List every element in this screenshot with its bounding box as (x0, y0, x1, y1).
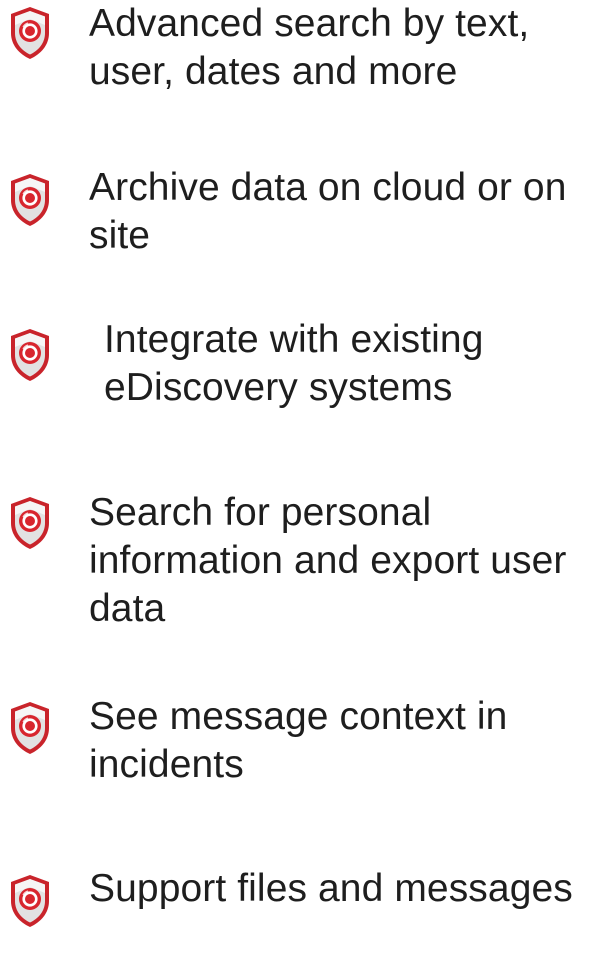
feature-text: Search for personal information and expo… (89, 491, 567, 630)
feature-text: Support files and messages (89, 867, 573, 910)
feature-text: Advanced search by text, user, dates and… (89, 2, 530, 93)
shield-icon (8, 495, 52, 551)
shield-icon (8, 327, 52, 383)
feature-text: Integrate with existing eDiscovery syste… (104, 318, 484, 409)
shield-icon (8, 700, 52, 756)
shield-icon (8, 172, 52, 228)
feature-list: Advanced search by text, user, dates and… (0, 0, 616, 963)
feature-text: Archive data on cloud or on site (89, 166, 567, 257)
shield-icon (8, 873, 52, 929)
shield-icon (8, 5, 52, 61)
feature-text: See message context in incidents (89, 695, 508, 786)
